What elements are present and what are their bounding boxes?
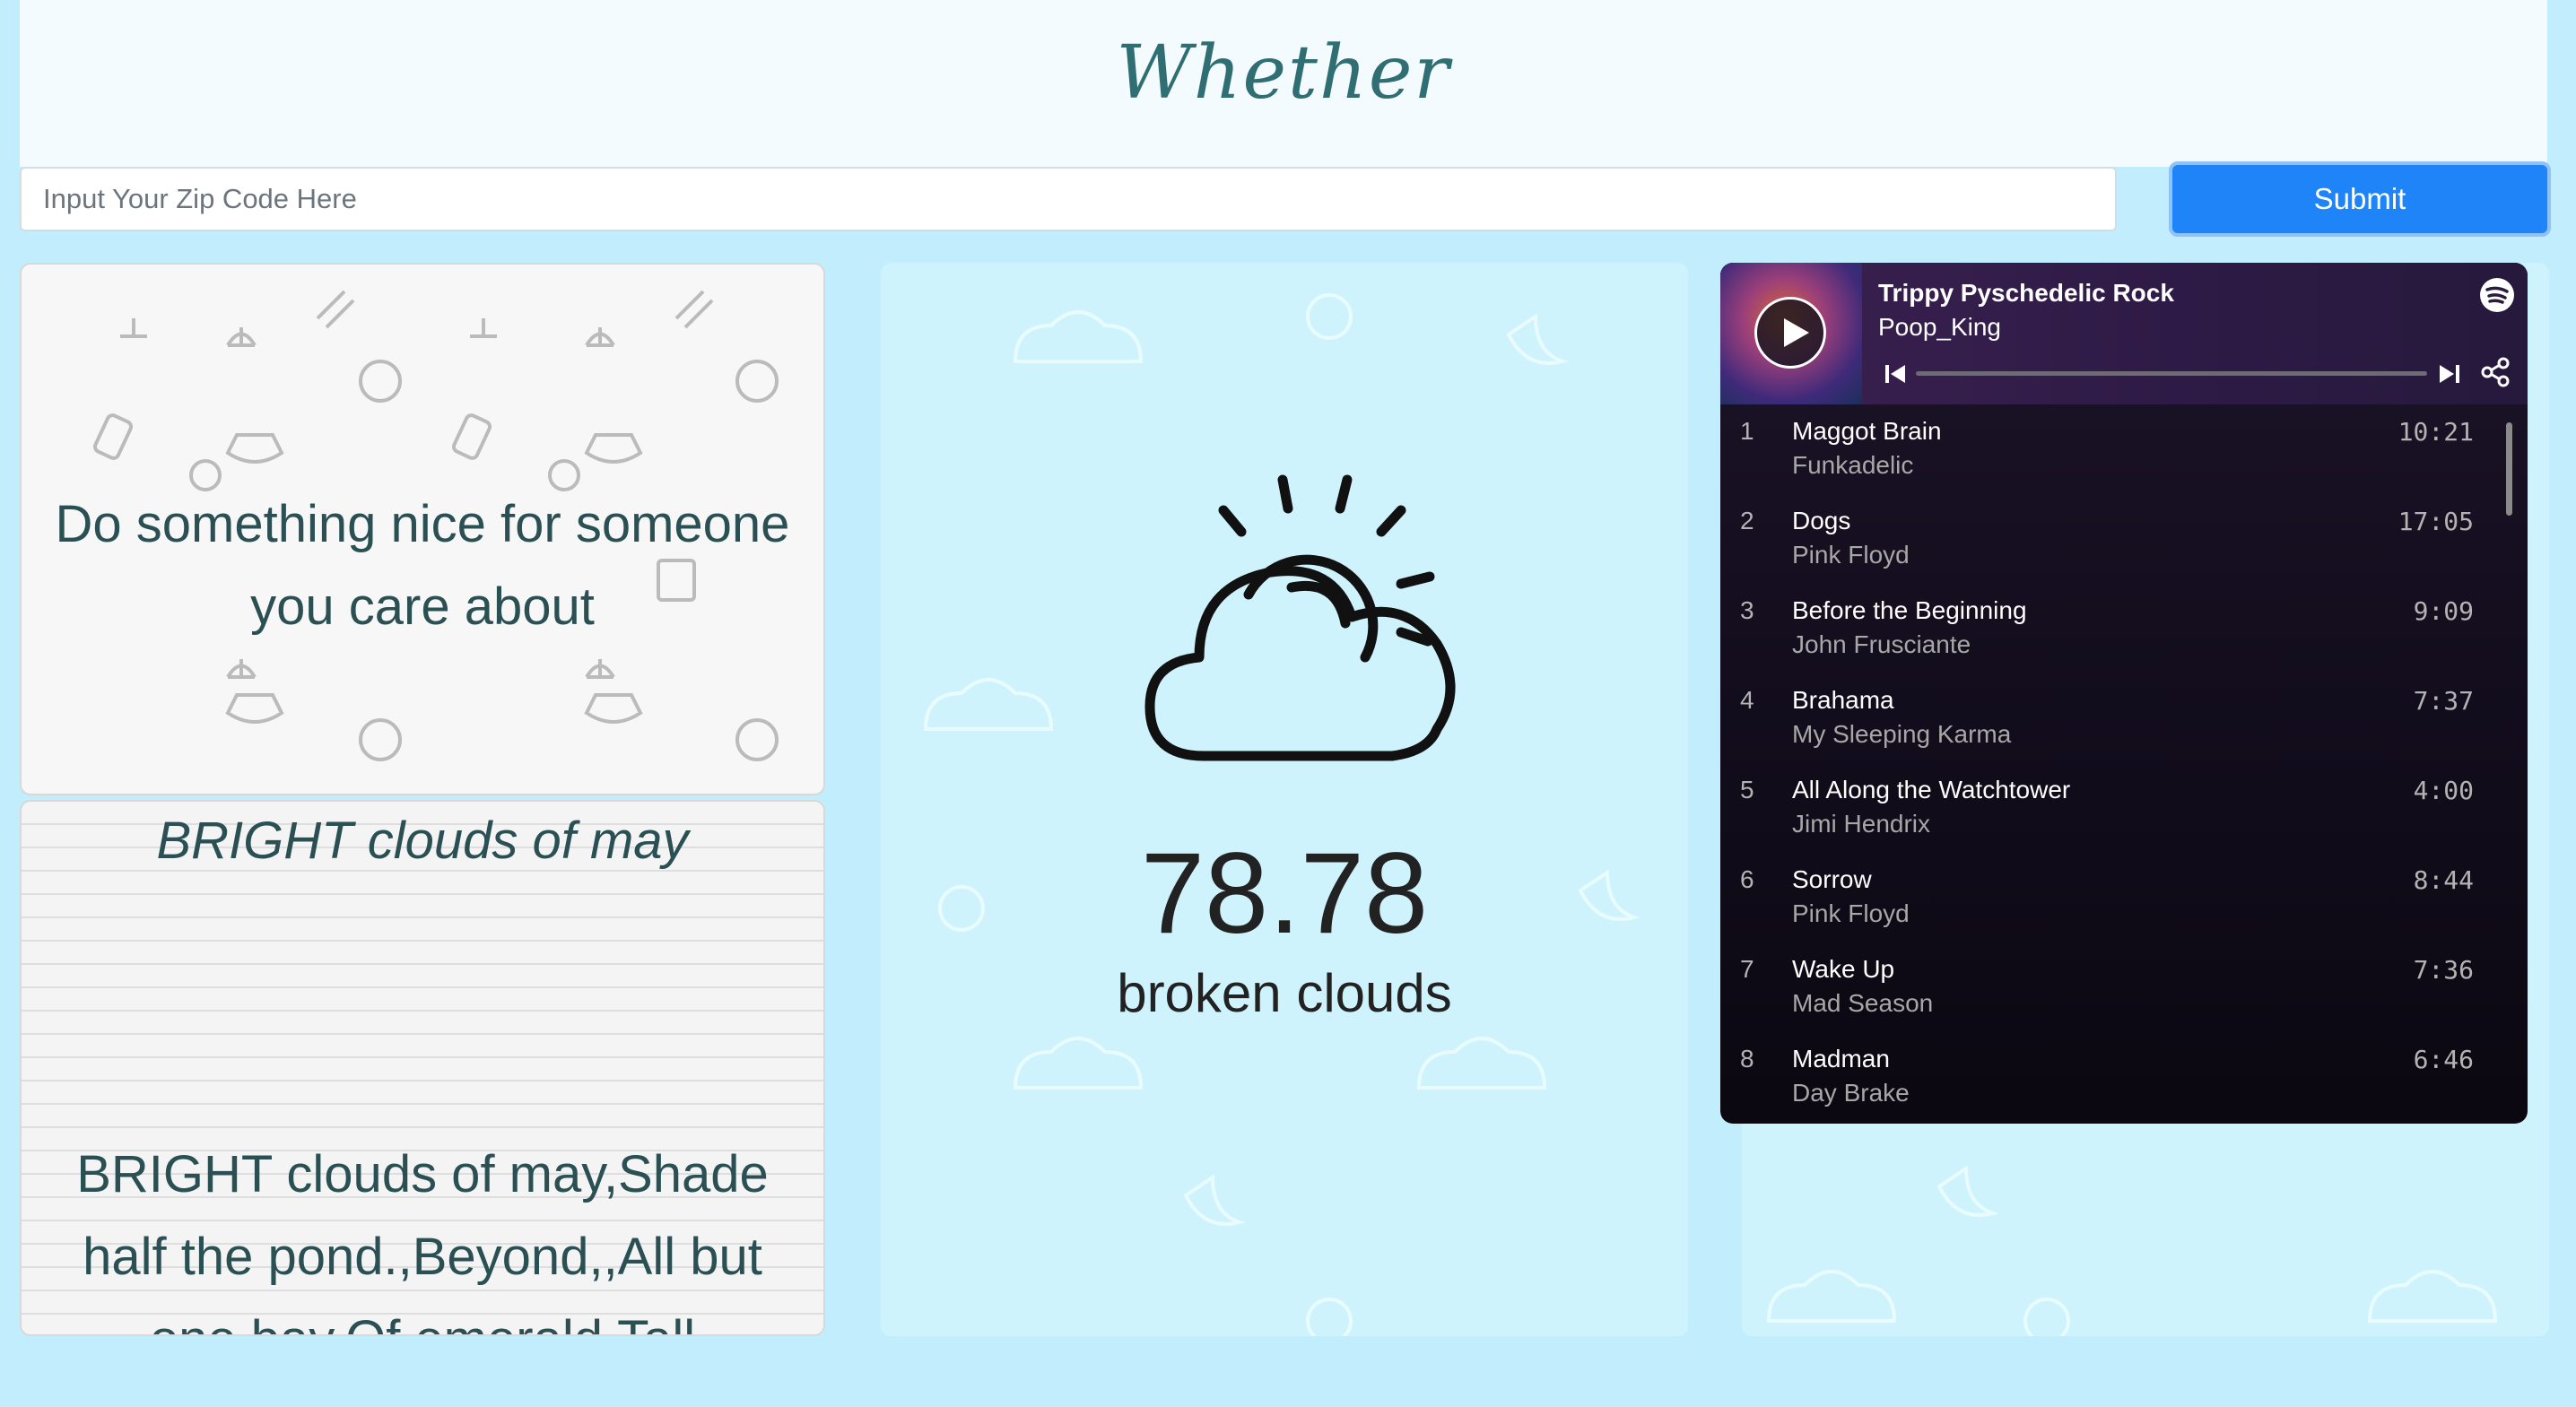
- track-name: Dogs: [1792, 507, 1851, 534]
- track-duration: 9:09: [2413, 596, 2474, 626]
- track-number: 5: [1740, 776, 1754, 803]
- track-artist: Pink Floyd: [1792, 899, 1910, 927]
- progress-bar[interactable]: [1916, 371, 2427, 376]
- track-number: 8: [1740, 1045, 1754, 1073]
- track-artist: My Sleeping Karma: [1792, 720, 2012, 748]
- track-row[interactable]: 1 Maggot Brain Funkadelic 10:21: [1720, 404, 2510, 494]
- weather-doodles: [923, 293, 1641, 1336]
- quote-card: Do something nice for someone you care a…: [20, 263, 825, 795]
- track-row[interactable]: 5 All Along the Watchtower Jimi Hendrix …: [1720, 763, 2510, 853]
- track-duration: 7:36: [2413, 955, 2474, 985]
- track-artist: Jimi Hendrix: [1792, 810, 1931, 838]
- quote-text: Do something nice for someone you care a…: [55, 495, 790, 636]
- next-track-icon[interactable]: [2438, 361, 2461, 386]
- partly-cloudy-icon: [1144, 474, 1456, 761]
- track-number: 1: [1740, 417, 1754, 445]
- track-name: Wake Up: [1792, 955, 1895, 983]
- poem-card: BRIGHT clouds of may BRIGHT clouds of ma…: [20, 800, 825, 1336]
- track-name: Maggot Brain: [1792, 417, 1942, 445]
- track-duration: 8:44: [2413, 865, 2474, 895]
- track-number: 7: [1740, 955, 1754, 983]
- play-button[interactable]: [1754, 297, 1826, 369]
- track-duration: 4:00: [2413, 776, 2474, 805]
- zip-code-input[interactable]: [20, 167, 2117, 231]
- track-row[interactable]: 8 Madman Day Brake 6:46: [1720, 1032, 2510, 1122]
- track-number: 4: [1740, 686, 1754, 714]
- poem-title: BRIGHT clouds of may: [156, 812, 689, 870]
- track-row[interactable]: 6 Sorrow Pink Floyd 8:44: [1720, 853, 2510, 942]
- share-icon[interactable]: [2479, 356, 2511, 388]
- header: Whether: [20, 0, 2547, 167]
- spotify-logo-icon[interactable]: [2479, 277, 2515, 313]
- track-duration: 6:46: [2413, 1045, 2474, 1074]
- spotify-player[interactable]: Trippy Pyschedelic Rock Poop_King 1 Magg…: [1720, 263, 2528, 1124]
- player-header: Trippy Pyschedelic Rock Poop_King: [1720, 263, 2528, 404]
- track-row[interactable]: 3 Before the Beginning John Frusciante 9…: [1720, 584, 2510, 673]
- track-artist: Funkadelic: [1792, 451, 1914, 479]
- previous-track-icon[interactable]: [1884, 361, 1907, 386]
- submit-button[interactable]: Submit: [2169, 161, 2551, 237]
- track-duration: 10:21: [2398, 417, 2474, 447]
- track-artist: John Frusciante: [1792, 630, 1971, 658]
- app-title: Whether: [1116, 30, 1451, 116]
- track-artist: Pink Floyd: [1792, 541, 1910, 569]
- track-list-scrollbar[interactable]: [2506, 422, 2512, 516]
- playlist-cover: [1720, 263, 1862, 404]
- poem-body: BRIGHT clouds of may,Shade half the pond…: [76, 1145, 769, 1334]
- weather-description: broken clouds: [1117, 963, 1452, 1023]
- track-row[interactable]: 4 Brahama My Sleeping Karma 7:37: [1720, 673, 2510, 763]
- track-name: Madman: [1792, 1045, 1890, 1073]
- track-name: All Along the Watchtower: [1792, 776, 2071, 803]
- track-number: 3: [1740, 596, 1754, 624]
- track-artist: Mad Season: [1792, 989, 1934, 1017]
- track-name: Before the Beginning: [1792, 596, 2027, 624]
- track-number: 6: [1740, 865, 1754, 893]
- track-duration: 7:37: [2413, 686, 2474, 716]
- track-name: Sorrow: [1792, 865, 1872, 893]
- playlist-title[interactable]: Trippy Pyschedelic Rock: [1878, 279, 2174, 308]
- track-row[interactable]: 2 Dogs Pink Floyd 17:05: [1720, 494, 2510, 584]
- track-name: Brahama: [1792, 686, 1894, 714]
- temperature: 78.78: [1140, 829, 1429, 958]
- track-duration: 17:05: [2398, 507, 2474, 536]
- weather-card: 78.78 broken clouds: [881, 263, 1688, 1336]
- playlist-owner[interactable]: Poop_King: [1878, 313, 2001, 342]
- track-number: 2: [1740, 507, 1754, 534]
- track-artist: Day Brake: [1792, 1079, 1910, 1107]
- track-row[interactable]: 7 Wake Up Mad Season 7:36: [1720, 942, 2510, 1032]
